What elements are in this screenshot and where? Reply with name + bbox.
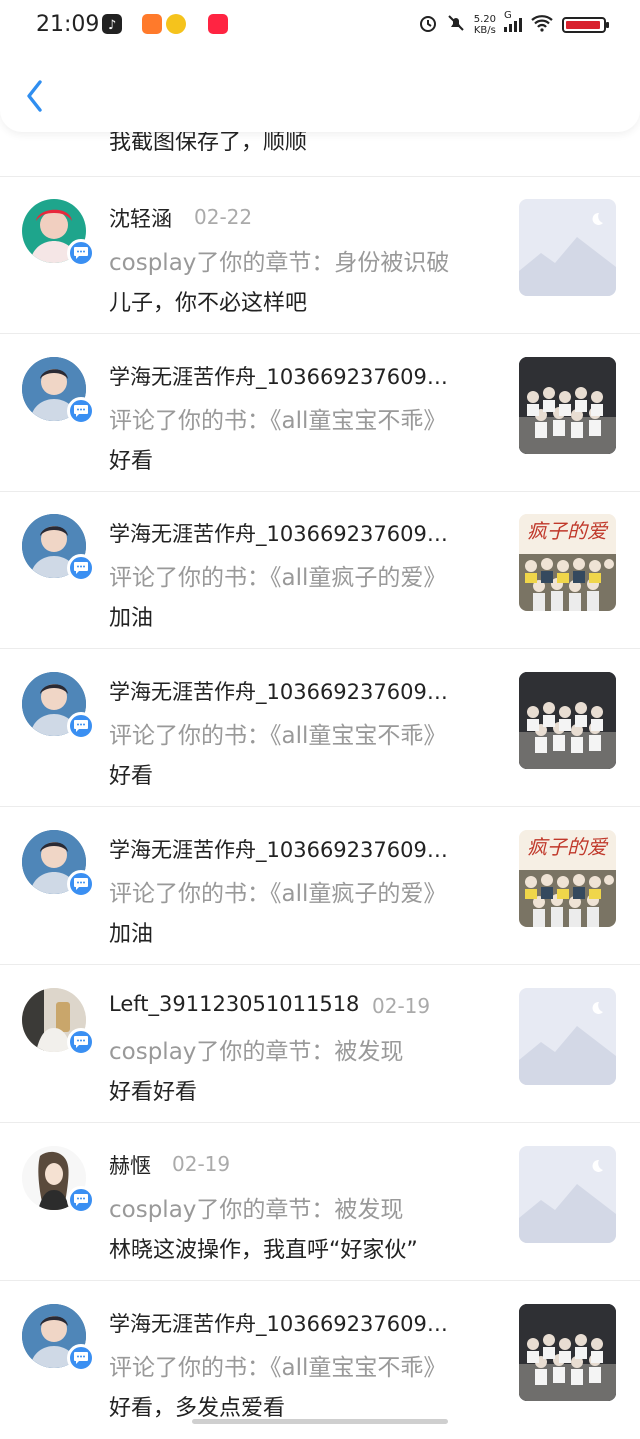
network-speed: 5.20 KB/s xyxy=(474,14,496,36)
list-item[interactable]: 学海无涯苦作舟_103669237609… 评论了你的书：《all童宝宝不乖》 … xyxy=(0,1282,640,1439)
placeholder-thumbnail[interactable] xyxy=(519,988,616,1085)
chevron-left-icon xyxy=(27,80,42,112)
comment-badge-icon xyxy=(67,397,95,425)
cover-title: 疯子的爱 xyxy=(527,835,609,859)
list-item[interactable]: 学海无涯苦作舟_103669237609… 评论了你的书：《all童疯子的爱》 … xyxy=(0,808,640,965)
comment-text: 儿子，你不必这样吧 xyxy=(109,291,308,316)
user-name[interactable]: 学海无涯苦作舟_103669237609… xyxy=(109,834,448,864)
user-name[interactable]: 学海无涯苦作舟_103669237609… xyxy=(109,518,448,548)
user-name[interactable]: Left_391123051011518 xyxy=(109,992,359,1016)
user-name[interactable]: 学海无涯苦作舟_103669237609… xyxy=(109,676,448,706)
activity-text: cosplay了你的章节：身份被识破 xyxy=(109,250,450,276)
activity-text: 评论了你的书：《all童疯子的爱》 xyxy=(109,881,447,907)
comment-text: 加油 xyxy=(109,922,154,947)
mountain-placeholder-icon xyxy=(519,1001,616,1085)
signal-label: G xyxy=(504,10,512,21)
weibo-icon xyxy=(166,14,186,34)
comment-badge-icon xyxy=(67,239,95,267)
top-nav-bar xyxy=(0,50,640,132)
book-cover-thumbnail[interactable] xyxy=(519,1304,616,1401)
timestamp: 02-19 xyxy=(372,994,431,1018)
activity-text: 评论了你的书：《all童宝宝不乖》 xyxy=(109,723,447,749)
activity-text: 评论了你的书：《all童宝宝不乖》 xyxy=(109,1355,447,1381)
alarm-icon xyxy=(418,13,438,37)
user-name[interactable]: 学海无涯苦作舟_103669237609… xyxy=(109,361,448,391)
tiktok-icon: ♪ xyxy=(102,14,122,34)
comment-badge-icon xyxy=(67,870,95,898)
book-cover-thumbnail[interactable] xyxy=(519,357,616,454)
user-name[interactable]: 赫惬 xyxy=(109,1150,151,1180)
comment-badge-icon xyxy=(67,1344,95,1372)
speed-unit: KB/s xyxy=(473,25,496,36)
comment-badge-icon xyxy=(67,1028,95,1056)
comment-badge-icon xyxy=(67,554,95,582)
user-name[interactable]: 沈轻涵 xyxy=(109,203,172,233)
svg-text:♪: ♪ xyxy=(108,18,116,33)
comment-text: 好看 xyxy=(109,449,154,474)
comment-text: 好看好看 xyxy=(109,1080,198,1105)
list-item[interactable]: 学海无涯苦作舟_103669237609… 评论了你的书：《all童疯子的爱》 … xyxy=(0,492,640,649)
home-indicator[interactable] xyxy=(192,1419,448,1424)
book-cover-thumbnail[interactable] xyxy=(519,672,616,769)
speed-value: 5.20 xyxy=(473,14,496,25)
mute-icon xyxy=(446,13,466,37)
wifi-icon xyxy=(530,14,554,36)
xiaohongshu-icon xyxy=(208,14,228,34)
book-cover-thumbnail[interactable]: 疯子的爱 xyxy=(519,514,616,611)
list-item[interactable]: Left_391123051011518 02-19 cosplay了你的章节：… xyxy=(0,966,640,1123)
status-time: 21:09 xyxy=(36,12,100,37)
mountain-placeholder-icon xyxy=(519,1159,616,1243)
list-item[interactable]: 学海无涯苦作舟_103669237609… 评论了你的书：《all童宝宝不乖》 … xyxy=(0,335,640,492)
timestamp: 02-19 xyxy=(172,1152,231,1176)
back-button[interactable] xyxy=(18,72,52,112)
comment-text: 好看 xyxy=(109,764,154,789)
comment-badge-icon xyxy=(67,1186,95,1214)
list-item[interactable]: 赫惬 02-19 cosplay了你的章节：被发现 林晓这波操作，我直呼“好家伙… xyxy=(0,1124,640,1281)
activity-text: cosplay了你的章节：被发现 xyxy=(109,1197,404,1223)
comment-text: 好看，多发点爱看 xyxy=(109,1396,286,1421)
activity-text: cosplay了你的章节：被发现 xyxy=(109,1039,404,1065)
comment-text: 加油 xyxy=(109,606,154,631)
timestamp: 02-22 xyxy=(194,205,253,229)
list-item[interactable]: 沈轻涵 02-22 cosplay了你的章节：身份被识破 儿子，你不必这样吧 xyxy=(0,177,640,334)
shopping-app-icon xyxy=(142,14,162,34)
status-bar: 21:09 ♪ 5.20 KB/s G xyxy=(0,0,640,50)
placeholder-thumbnail[interactable] xyxy=(519,1146,616,1243)
cover-title: 疯子的爱 xyxy=(527,519,609,543)
activity-text: 评论了你的书：《all童疯子的爱》 xyxy=(109,565,447,591)
activity-text: 评论了你的书：《all童宝宝不乖》 xyxy=(109,408,447,434)
comment-badge-icon xyxy=(67,712,95,740)
cellular-signal-icon: G xyxy=(504,10,522,32)
comment-text: 林晓这波操作，我直呼“好家伙” xyxy=(109,1238,418,1263)
list-item[interactable]: 学海无涯苦作舟_103669237609… 评论了你的书：《all童宝宝不乖》 … xyxy=(0,650,640,807)
placeholder-thumbnail[interactable] xyxy=(519,199,616,296)
user-name[interactable]: 学海无涯苦作舟_103669237609… xyxy=(109,1308,448,1338)
battery-icon xyxy=(562,17,609,33)
mountain-placeholder-icon xyxy=(519,212,616,296)
book-cover-thumbnail[interactable]: 疯子的爱 xyxy=(519,830,616,927)
